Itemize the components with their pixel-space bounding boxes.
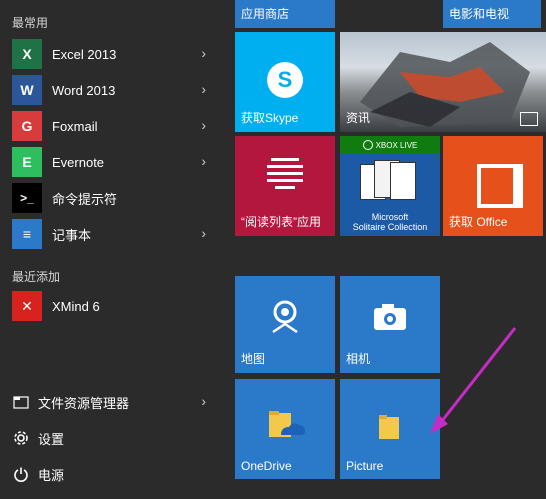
onedrive-folder-icon bbox=[269, 411, 305, 437]
excel-icon: X bbox=[12, 39, 42, 69]
news-tile-label: 资讯 bbox=[346, 111, 371, 125]
app-label: XMind 6 bbox=[52, 298, 100, 314]
playing-cards-icon bbox=[360, 158, 420, 202]
chevron-right-icon[interactable]: › bbox=[201, 117, 206, 133]
store-tile-label: 应用商店 bbox=[241, 7, 290, 21]
news-tile[interactable]: 资讯 bbox=[340, 32, 546, 132]
movies-tv-tile-label: 电影和电视 bbox=[449, 7, 510, 21]
settings-label: 设置 bbox=[38, 431, 65, 447]
get-office-tile[interactable]: 获取 Office bbox=[443, 136, 543, 236]
folder-icon bbox=[379, 415, 399, 439]
chevron-right-icon[interactable]: › bbox=[201, 45, 206, 61]
onedrive-tile[interactable]: OneDrive bbox=[235, 379, 335, 479]
xmind-icon: ✕ bbox=[12, 291, 42, 321]
app-item-word[interactable]: W Word 2013 › bbox=[0, 73, 220, 107]
movies-tv-tile[interactable]: 电影和电视 bbox=[443, 0, 541, 28]
foxmail-icon: G bbox=[12, 111, 42, 141]
camera-tile-label: 相机 bbox=[346, 352, 371, 366]
command-prompt-icon: >_ bbox=[12, 183, 42, 213]
maps-tile[interactable]: 地图 bbox=[235, 276, 335, 373]
picture-tile-label: Picture bbox=[346, 459, 384, 473]
app-item-xmind[interactable]: ✕ XMind 6 bbox=[0, 289, 220, 323]
app-label: Evernote bbox=[52, 154, 105, 170]
office-icon bbox=[477, 164, 523, 208]
chevron-right-icon[interactable]: › bbox=[201, 225, 206, 241]
file-explorer-icon bbox=[12, 393, 30, 411]
solitaire-tile-label: Microsoft Solitaire Collection bbox=[352, 212, 428, 232]
recently-added-heading: 最近添加 bbox=[12, 270, 61, 284]
chevron-right-icon[interactable]: › bbox=[201, 153, 206, 169]
news-icon bbox=[520, 112, 538, 126]
xbox-live-text: XBOX LIVE bbox=[375, 140, 418, 150]
app-item-excel[interactable]: X Excel 2013 › bbox=[0, 37, 220, 71]
app-item-command-prompt[interactable]: >_ 命令提示符 bbox=[0, 181, 220, 215]
settings-item[interactable]: 设置 bbox=[0, 421, 220, 455]
most-used-heading: 最常用 bbox=[12, 16, 49, 30]
app-label: Excel 2013 bbox=[52, 46, 117, 62]
start-menu-left-pane: 最常用 X Excel 2013 › W Word 2013 › G Foxma… bbox=[0, 0, 220, 499]
maps-icon bbox=[272, 300, 298, 334]
settings-gear-icon bbox=[12, 429, 30, 447]
skype-tile[interactable]: S 获取Skype bbox=[235, 32, 335, 132]
power-label: 电源 bbox=[38, 467, 65, 483]
xbox-live-badge: XBOX LIVE bbox=[340, 136, 440, 154]
onedrive-tile-label: OneDrive bbox=[241, 459, 292, 473]
store-tile[interactable]: 应用商店 bbox=[235, 0, 335, 28]
solitaire-tile[interactable]: XBOX LIVE Microsoft Solitaire Collection bbox=[340, 136, 440, 236]
picture-tile[interactable]: Picture bbox=[340, 379, 440, 479]
power-item[interactable]: 电源 bbox=[0, 457, 220, 491]
app-label: Word 2013 bbox=[52, 82, 116, 98]
skype-icon: S bbox=[267, 62, 303, 98]
reading-list-icon bbox=[267, 158, 303, 189]
notepad-icon: ≡ bbox=[12, 219, 42, 249]
get-office-tile-label: 获取 Office bbox=[449, 215, 508, 229]
camera-icon bbox=[374, 304, 406, 330]
evernote-icon: E bbox=[12, 147, 42, 177]
chevron-right-icon[interactable]: › bbox=[201, 393, 206, 409]
app-label: Foxmail bbox=[52, 118, 98, 134]
power-icon bbox=[12, 465, 30, 483]
camera-tile[interactable]: 相机 bbox=[340, 276, 440, 373]
file-explorer-label: 文件资源管理器 bbox=[38, 395, 130, 411]
app-label: 命令提示符 bbox=[52, 191, 118, 207]
word-icon: W bbox=[12, 75, 42, 105]
app-item-foxmail[interactable]: G Foxmail › bbox=[0, 109, 220, 143]
reading-list-tile-label: “阅读列表”应用 bbox=[241, 215, 321, 229]
app-item-notepad[interactable]: ≡ 记事本 › bbox=[0, 217, 220, 251]
tiles-pane: 应用商店 电影和电视 S 获取Skype 资讯 “阅读列表”应用 XBOX LI… bbox=[220, 0, 546, 499]
reading-list-tile[interactable]: “阅读列表”应用 bbox=[235, 136, 335, 236]
file-explorer-item[interactable]: 文件资源管理器 › bbox=[0, 385, 220, 419]
skype-tile-label: 获取Skype bbox=[241, 111, 299, 125]
chevron-right-icon[interactable]: › bbox=[201, 81, 206, 97]
news-photo bbox=[360, 42, 530, 127]
xbox-icon bbox=[362, 140, 373, 150]
app-label: 记事本 bbox=[52, 227, 92, 243]
app-item-evernote[interactable]: E Evernote › bbox=[0, 145, 220, 179]
maps-tile-label: 地图 bbox=[241, 352, 266, 366]
